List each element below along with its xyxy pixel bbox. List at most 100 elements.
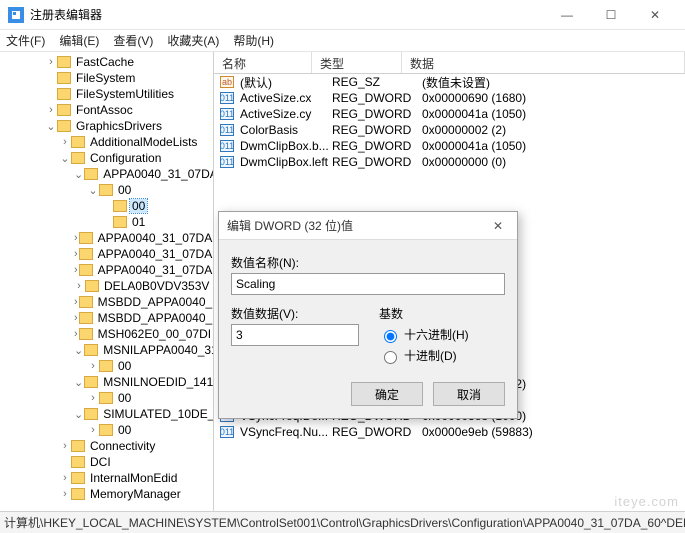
chevron-down-icon[interactable]: ⌄ — [74, 344, 83, 357]
list-item[interactable]: 011ActiveSize.cxREG_DWORD0x00000690 (168… — [214, 90, 685, 106]
radio-dec[interactable] — [384, 351, 397, 364]
chevron-right-icon[interactable]: › — [74, 312, 78, 324]
tree-node-label: MSNILNOEDID_141 — [101, 375, 214, 389]
chevron-right-icon[interactable]: › — [60, 136, 70, 148]
chevron-down-icon[interactable]: ⌄ — [60, 152, 70, 165]
tree-node[interactable]: ›DELA0B0VDV353V — [0, 278, 213, 294]
radio-hex[interactable] — [384, 330, 397, 343]
value-data-label: 数值数据(V): — [231, 305, 359, 322]
tree-node[interactable]: ›00 — [0, 390, 213, 406]
menu-edit[interactable]: 编辑(E) — [59, 32, 99, 49]
tree-node[interactable]: ⌄ GraphicsDrivers — [0, 118, 213, 134]
tree-node-label: MSH062E0_00_07DI — [96, 327, 213, 341]
chevron-right-icon[interactable]: › — [88, 392, 98, 404]
string-icon: ab — [220, 76, 234, 88]
radio-hex-label: 十六进制(H) — [404, 326, 469, 343]
tree-node[interactable]: ›MSBDD_APPA0040_ — [0, 294, 213, 310]
edit-dword-dialog: 编辑 DWORD (32 位)值 ✕ 数值名称(N): 数值数据(V): 基数 … — [218, 211, 518, 419]
tree-node[interactable]: ›AdditionalModeLists — [0, 134, 213, 150]
chevron-down-icon[interactable]: ⌄ — [88, 184, 98, 197]
chevron-right-icon[interactable]: › — [88, 360, 98, 372]
dword-icon: 011 — [220, 156, 234, 168]
chevron-right-icon[interactable]: › — [74, 328, 78, 340]
folder-icon — [71, 440, 85, 452]
tree-node[interactable]: ⌄ APPA0040_31_07DA — [0, 166, 213, 182]
col-header-name[interactable]: 名称 — [214, 52, 312, 73]
menu-view[interactable]: 查看(V) — [113, 32, 153, 49]
menu-help[interactable]: 帮助(H) — [233, 32, 274, 49]
tree-node[interactable]: ›APPA0040_31_07DA — [0, 230, 213, 246]
chevron-right-icon[interactable]: › — [74, 232, 78, 244]
chevron-right-icon[interactable]: › — [88, 424, 98, 436]
chevron-down-icon[interactable]: ⌄ — [46, 120, 56, 133]
tree-node[interactable]: ›APPA0040_31_07DA — [0, 262, 213, 278]
tree-node[interactable]: FileSystem — [0, 70, 213, 86]
folder-icon — [99, 184, 113, 196]
chevron-down-icon[interactable]: ⌄ — [74, 408, 83, 421]
chevron-down-icon[interactable]: ⌄ — [74, 376, 83, 389]
dialog-close-button[interactable]: ✕ — [487, 217, 509, 235]
ok-button[interactable]: 确定 — [351, 382, 423, 406]
tree-node[interactable]: ⌄MSNILAPPA0040_31 — [0, 342, 213, 358]
folder-icon — [71, 472, 85, 484]
dword-icon: 011 — [220, 124, 234, 136]
chevron-right-icon[interactable]: › — [60, 472, 70, 484]
dialog-title: 编辑 DWORD (32 位)值 — [227, 217, 487, 234]
list-item[interactable]: 011DwmClipBox.leftREG_DWORD0x00000000 (0… — [214, 154, 685, 170]
list-item[interactable]: 011VSyncFreq.Nu...REG_DWORD0x0000e9eb (5… — [214, 424, 685, 440]
col-header-data[interactable]: 数据 — [402, 52, 685, 73]
tree-node-label: DCI — [88, 455, 113, 469]
tree-node[interactable]: ›InternalMonEdid — [0, 470, 213, 486]
chevron-right-icon[interactable]: › — [60, 488, 70, 500]
tree-node[interactable]: ›MSBDD_APPA0040_ — [0, 310, 213, 326]
col-header-type[interactable]: 类型 — [312, 52, 402, 73]
list-item[interactable]: ab(默认)REG_SZ(数值未设置) — [214, 74, 685, 90]
chevron-down-icon[interactable]: ⌄ — [74, 168, 83, 181]
tree-node[interactable]: ›00 — [0, 358, 213, 374]
window-close-button[interactable]: ✕ — [633, 2, 677, 28]
tree-node[interactable]: ›APPA0040_31_07DA — [0, 246, 213, 262]
registry-tree[interactable]: ›FastCacheFileSystemFileSystemUtilities›… — [0, 52, 214, 511]
cancel-button[interactable]: 取消 — [433, 382, 505, 406]
tree-node[interactable]: 00 — [0, 198, 213, 214]
tree-node[interactable]: ›FontAssoc — [0, 102, 213, 118]
tree-node[interactable]: FileSystemUtilities — [0, 86, 213, 102]
list-item[interactable]: 011DwmClipBox.b...REG_DWORD0x0000041a (1… — [214, 138, 685, 154]
value-data-input[interactable] — [231, 324, 359, 346]
tree-node[interactable]: ⌄ MSNILNOEDID_141 — [0, 374, 213, 390]
tree-node-label: APPA0040_31_07DA — [101, 167, 214, 181]
tree-node[interactable]: › MSH062E0_00_07DI — [0, 326, 213, 342]
value-name-input[interactable] — [231, 273, 505, 295]
tree-node-label: FastCache — [74, 55, 136, 69]
tree-node[interactable]: ⌄00 — [0, 182, 213, 198]
window-maximize-button[interactable]: ☐ — [589, 2, 633, 28]
chevron-right-icon[interactable]: › — [74, 248, 78, 260]
tree-node[interactable]: ›Connectivity — [0, 438, 213, 454]
tree-node[interactable]: ›00 — [0, 422, 213, 438]
dword-icon: 011 — [220, 108, 234, 120]
chevron-right-icon[interactable]: › — [74, 296, 78, 308]
value-type: REG_DWORD — [332, 425, 422, 439]
menu-favorites[interactable]: 收藏夹(A) — [167, 32, 219, 49]
value-list-header: 名称 类型 数据 — [214, 52, 685, 74]
tree-node[interactable]: DCI — [0, 454, 213, 470]
list-item[interactable]: 011ActiveSize.cyREG_DWORD0x0000041a (105… — [214, 106, 685, 122]
value-data: 0x0000e9eb (59883) — [422, 425, 685, 439]
list-item[interactable]: 011ColorBasisREG_DWORD0x00000002 (2) — [214, 122, 685, 138]
tree-node[interactable]: 01 — [0, 214, 213, 230]
chevron-right-icon[interactable]: › — [60, 440, 70, 452]
folder-icon — [85, 280, 99, 292]
tree-node[interactable]: ›MemoryManager — [0, 486, 213, 502]
chevron-right-icon[interactable]: › — [74, 280, 84, 292]
value-data: 0x00000690 (1680) — [422, 91, 685, 105]
window-minimize-button[interactable]: — — [545, 2, 589, 28]
tree-node-label: GraphicsDrivers — [74, 119, 164, 133]
tree-node[interactable]: ⌄Configuration — [0, 150, 213, 166]
tree-node[interactable]: › FastCache — [0, 54, 213, 70]
chevron-right-icon[interactable]: › — [46, 56, 56, 68]
chevron-right-icon[interactable]: › — [74, 264, 78, 276]
menu-file[interactable]: 文件(F) — [6, 32, 45, 49]
tree-node[interactable]: ⌄SIMULATED_10DE_0 — [0, 406, 213, 422]
chevron-right-icon[interactable]: › — [46, 104, 56, 116]
folder-icon — [71, 456, 85, 468]
